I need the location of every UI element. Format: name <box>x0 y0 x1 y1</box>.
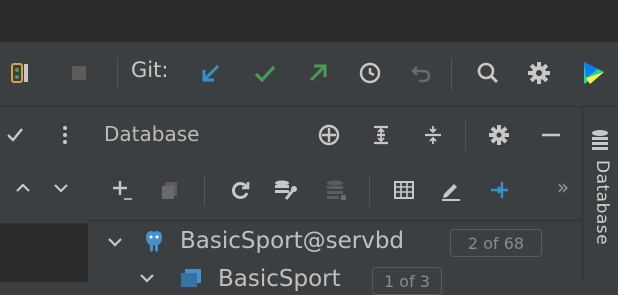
tree-node-label[interactable]: BasicSport <box>218 266 341 292</box>
add-icon[interactable] <box>107 175 137 205</box>
postgresql-icon <box>139 226 169 256</box>
schema-icon <box>176 264 206 294</box>
database-panel-title: Database <box>104 122 200 146</box>
git-label: Git: <box>131 58 169 82</box>
database-disabled-icon[interactable] <box>321 175 351 205</box>
properties-icon[interactable] <box>270 175 300 205</box>
search-icon[interactable] <box>473 58 503 88</box>
crosshair-icon[interactable] <box>314 120 344 150</box>
tree-node-badge: 2 of 68 <box>450 229 542 257</box>
panel-separator <box>204 176 205 206</box>
copy-icon[interactable] <box>155 175 185 205</box>
tree-node-badge: 1 of 3 <box>372 267 442 295</box>
history-icon[interactable] <box>355 58 385 88</box>
panel-separator <box>465 120 466 150</box>
table-icon[interactable] <box>389 175 419 205</box>
toolbar-separator <box>451 58 452 90</box>
debug-icon[interactable] <box>4 58 34 88</box>
toolbox-logo-icon[interactable] <box>578 58 608 88</box>
git-commit-icon[interactable] <box>250 58 280 88</box>
minimize-icon[interactable] <box>536 120 566 150</box>
database-stack-icon <box>585 126 615 156</box>
settings-gear-icon[interactable] <box>524 58 554 88</box>
tree-expand-icon[interactable] <box>100 227 130 257</box>
stop-icon[interactable] <box>64 58 94 88</box>
chevron-down-icon[interactable] <box>46 173 76 203</box>
git-update-icon[interactable] <box>196 58 226 88</box>
jump-icon[interactable] <box>485 175 515 205</box>
database-tool-window-tab[interactable]: Database <box>592 160 612 245</box>
toolbar-separator <box>117 58 118 90</box>
check-icon[interactable] <box>0 120 30 150</box>
tree-expand-icon[interactable] <box>132 263 162 293</box>
more-options-icon[interactable] <box>50 120 80 150</box>
gear-icon[interactable] <box>484 120 514 150</box>
left-panel-content <box>0 224 88 282</box>
expand-all-icon[interactable] <box>366 120 396 150</box>
chevron-up-icon[interactable] <box>8 173 38 203</box>
collapse-all-icon[interactable] <box>418 120 448 150</box>
panel-separator <box>369 176 370 206</box>
rollback-icon[interactable] <box>406 58 436 88</box>
edit-icon[interactable] <box>436 175 466 205</box>
more-button[interactable]: » <box>548 172 578 202</box>
title-bar <box>0 0 618 42</box>
refresh-icon[interactable] <box>225 175 255 205</box>
tree-node-label[interactable]: BasicSport@servbd <box>180 228 404 254</box>
git-push-icon[interactable] <box>303 58 333 88</box>
